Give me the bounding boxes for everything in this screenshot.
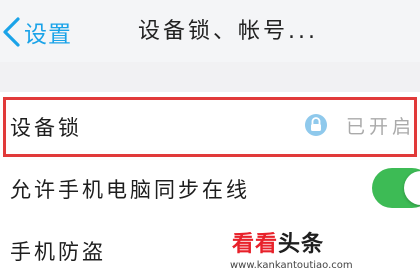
chevron-left-icon (3, 17, 20, 47)
phone-antitheft-row[interactable]: 手机防盗 (0, 218, 420, 280)
toggle-knob (404, 171, 420, 205)
sync-online-row: 允许手机电脑同步在线 (0, 160, 420, 218)
watermark-logo: 看看头条 www.kankantoutiao.com (230, 226, 353, 276)
highlight-box (3, 97, 417, 157)
sync-online-label: 允许手机电脑同步在线 (10, 178, 250, 202)
watermark-text: 头条 (278, 232, 325, 257)
navigation-bar: 设置 设备锁、帐号... (0, 0, 420, 62)
watermark-accent: 看看 (232, 232, 279, 257)
section-gap (0, 62, 420, 92)
page-title: 设备锁、帐号... (138, 19, 318, 44)
back-button[interactable]: 设置 (0, 14, 72, 50)
watermark-url: www.kankantoutiao.com (230, 260, 353, 271)
back-label[interactable]: 设置 (24, 15, 72, 49)
sync-online-toggle[interactable] (372, 168, 420, 208)
phone-antitheft-label: 手机防盗 (10, 240, 106, 264)
